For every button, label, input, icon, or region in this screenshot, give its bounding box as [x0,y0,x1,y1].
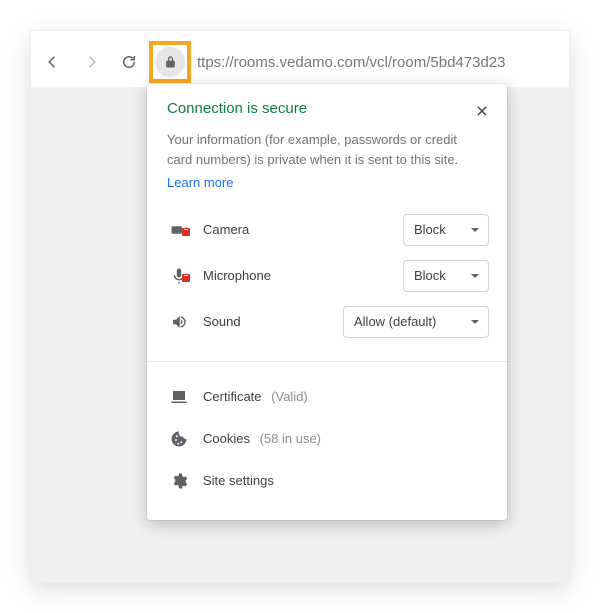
select-value: Allow (default) [354,314,436,329]
permission-row-camera: Camera Block [165,207,489,253]
arrow-right-icon [82,53,100,71]
camera-icon [165,221,193,239]
reload-button[interactable] [115,48,143,76]
popover-description-text: Your information (for example, passwords… [167,132,458,167]
page-content: Connection is secure Your information (f… [31,87,569,582]
site-settings-label: Site settings [203,473,274,488]
permission-label: Sound [193,314,343,329]
microphone-icon [165,267,193,285]
camera-permission-select[interactable]: Block [403,214,489,246]
cookies-status: (58 in use) [260,431,321,446]
permission-row-microphone: Microphone Block [165,253,489,299]
sound-permission-select[interactable]: Allow (default) [343,306,489,338]
close-icon [475,104,489,118]
permission-label: Microphone [193,268,403,283]
sound-icon [165,313,193,331]
gear-icon [165,472,193,490]
close-button[interactable] [471,100,493,122]
browser-toolbar: ttps://rooms.vedamo.com/vcl/room/5bd473d… [31,45,569,79]
cookies-label: Cookies [203,431,250,446]
cookies-row[interactable]: Cookies (58 in use) [165,418,489,460]
reload-icon [120,53,138,71]
popover-description: Your information (for example, passwords… [147,122,507,193]
select-value: Block [414,222,446,237]
permission-row-sound: Sound Allow (default) [165,299,489,345]
blocked-badge-icon [182,228,190,236]
cookie-icon [165,430,193,448]
omnibox-url[interactable]: ttps://rooms.vedamo.com/vcl/room/5bd473d… [197,54,569,71]
certificate-status: (Valid) [271,389,308,404]
lock-icon [163,55,178,70]
learn-more-link[interactable]: Learn more [167,173,233,193]
certificate-icon [165,388,193,406]
select-value: Block [414,268,446,283]
permission-label: Camera [193,222,403,237]
chevron-down-icon [470,271,480,281]
site-settings-row[interactable]: Site settings [165,460,489,502]
forward-button[interactable] [77,48,105,76]
blocked-badge-icon [182,274,190,282]
chevron-down-icon [470,317,480,327]
popover-title: Connection is secure [167,100,471,117]
site-info-button[interactable] [153,45,187,79]
certificate-label: Certificate [203,389,262,404]
divider [147,361,507,362]
microphone-permission-select[interactable]: Block [403,260,489,292]
chevron-down-icon [470,225,480,235]
arrow-left-icon [44,53,62,71]
site-info-popover: Connection is secure Your information (f… [147,84,507,520]
back-button[interactable] [39,48,67,76]
certificate-row[interactable]: Certificate (Valid) [165,376,489,418]
